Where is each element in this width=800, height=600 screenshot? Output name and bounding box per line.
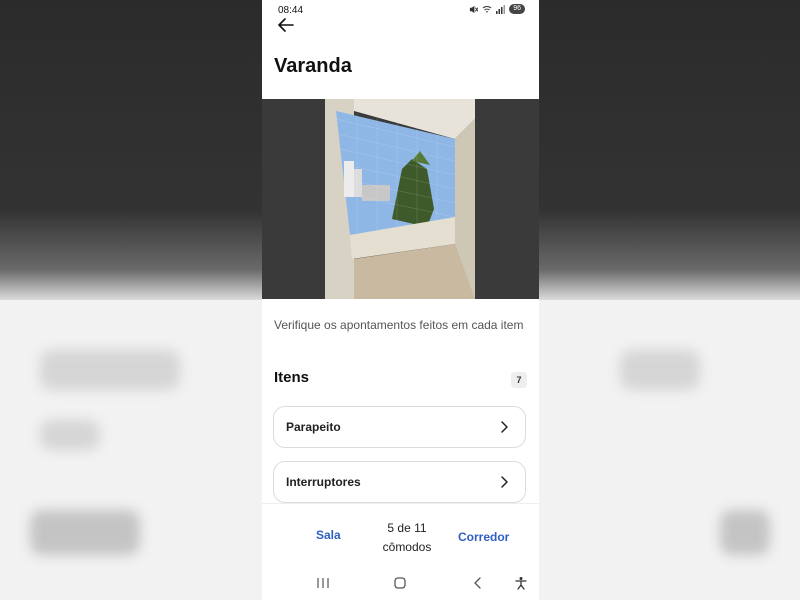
system-back-button[interactable] [469, 574, 487, 592]
background-blob [620, 350, 700, 390]
instruction-text: Verifique os apontamentos feitos em cada… [274, 318, 524, 332]
next-room-button[interactable]: Corredor [458, 530, 509, 544]
home-button[interactable] [391, 574, 409, 592]
system-navigation-bar [262, 566, 539, 600]
item-label: Interruptores [286, 475, 361, 489]
room-position-count: 5 de 11 [387, 521, 427, 535]
item-card-interruptores[interactable]: Interruptores [273, 461, 526, 503]
item-card-parapeito[interactable]: Parapeito [273, 406, 526, 448]
battery-indicator: 96 [509, 4, 525, 14]
room-position-unit: cômodos [382, 540, 432, 554]
back-icon [474, 577, 481, 589]
page-title: Varanda [274, 55, 352, 77]
background-blob [30, 510, 140, 555]
background-blob [40, 350, 180, 390]
back-button[interactable] [274, 15, 298, 35]
recents-icon [317, 578, 329, 588]
chevron-right-icon [501, 421, 508, 433]
status-bar: 08:44 96 [262, 0, 539, 20]
phone-screen: 08:44 96 Varanda Verifique os apontament… [262, 0, 539, 600]
accessibility-button[interactable] [512, 574, 530, 592]
items-count-badge: 7 [511, 372, 527, 388]
accessibility-icon [515, 577, 527, 590]
wifi-icon [482, 5, 492, 12]
mute-icon [470, 5, 479, 13]
room-position: 5 de 11 cômodos [367, 519, 447, 557]
background-blob [40, 420, 100, 450]
items-heading: Itens [274, 369, 310, 386]
recents-button[interactable] [314, 574, 332, 592]
home-icon [394, 577, 406, 589]
status-icons: 96 [469, 4, 525, 14]
item-label: Parapeito [286, 420, 341, 434]
balcony-image [262, 99, 539, 299]
chevron-right-icon [501, 476, 508, 488]
room-photo[interactable] [262, 99, 539, 299]
arrow-left-icon [278, 18, 294, 32]
previous-room-button[interactable]: Sala [316, 528, 341, 542]
room-navigation: Sala 5 de 11 cômodos Corredor [262, 503, 539, 566]
background-blob [720, 510, 770, 555]
signal-icon [496, 4, 506, 14]
